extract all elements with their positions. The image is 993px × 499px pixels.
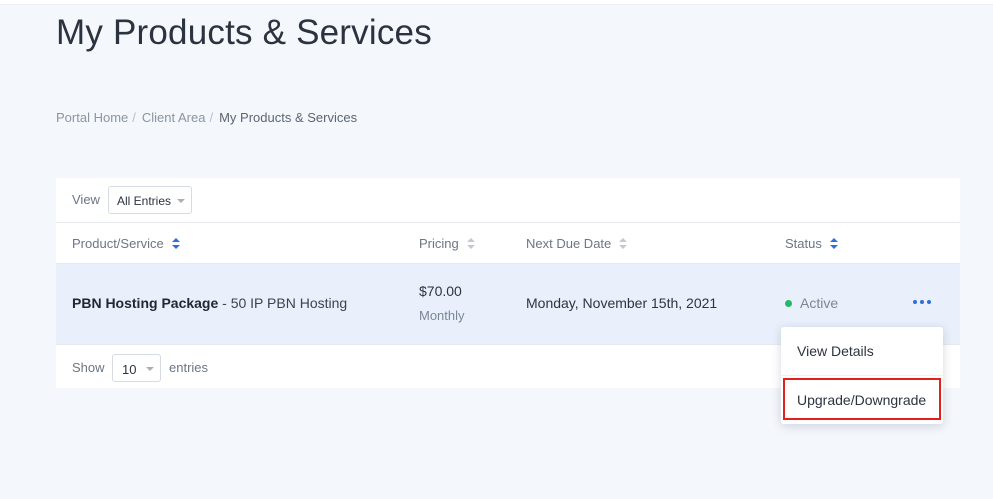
column-header-status[interactable]: Status [785,236,838,251]
ellipsis-icon [920,300,924,304]
menu-divider [781,375,943,376]
menu-item-upgrade-downgrade[interactable]: Upgrade/Downgrade [783,378,941,420]
entries-label: entries [169,360,209,375]
view-label: View [72,192,100,207]
top-bar [0,0,993,5]
column-header-pricing[interactable]: Pricing [419,236,475,251]
view-filter-value: All Entries [117,194,172,208]
table-toolbar: View All Entries [56,178,960,223]
breadcrumb-current: My Products & Services [219,110,358,125]
breadcrumb: Portal Home / Client Area / My Products & Se… [56,110,357,125]
view-filter-select[interactable]: All Entries [108,186,192,214]
sort-icon [829,237,838,250]
breadcrumb-portal-home[interactable]: Portal Home [56,110,128,125]
price: $70.00 [419,283,462,299]
column-header-next-due[interactable]: Next Due Date [526,236,628,251]
status-text: Active [800,295,839,311]
next-due-date: Monday, November 15th, 2021 [526,295,718,311]
sort-icon [466,237,475,250]
ellipsis-icon [913,300,917,304]
page-size-value: 10 [122,362,137,377]
product-name: PBN Hosting Package [72,295,219,311]
more-actions-button[interactable] [911,294,935,310]
column-header-product[interactable]: Product/Service [72,236,180,251]
ellipsis-icon [927,300,931,304]
sort-icon [171,237,180,250]
column-header-label: Status [785,236,822,251]
show-label: Show [72,360,105,375]
column-header-label: Product/Service [72,236,164,251]
menu-item-view-details[interactable]: View Details [781,343,943,359]
breadcrumb-client-area[interactable]: Client Area [142,110,206,125]
column-header-label: Pricing [419,236,459,251]
chevron-down-icon [146,367,154,371]
status-cell: Active [785,295,838,311]
product-detail: - 50 IP PBN Hosting [218,295,348,311]
table-header: Product/Service Pricing Next Due Date St… [56,223,960,264]
breadcrumb-separator: / [209,110,214,125]
status-dot-icon [785,299,792,307]
breadcrumb-separator: / [132,110,136,125]
page-size-select[interactable]: 10 [112,354,161,382]
chevron-down-icon [177,199,185,203]
actions-dropdown-menu: View Details Upgrade/Downgrade [781,327,943,424]
product-cell: PBN Hosting Package - 50 IP PBN Hosting [72,295,347,311]
sort-icon [619,237,628,250]
column-header-label: Next Due Date [526,236,612,251]
billing-cycle: Monthly [419,308,465,323]
page-title: My Products & Services [56,13,432,52]
